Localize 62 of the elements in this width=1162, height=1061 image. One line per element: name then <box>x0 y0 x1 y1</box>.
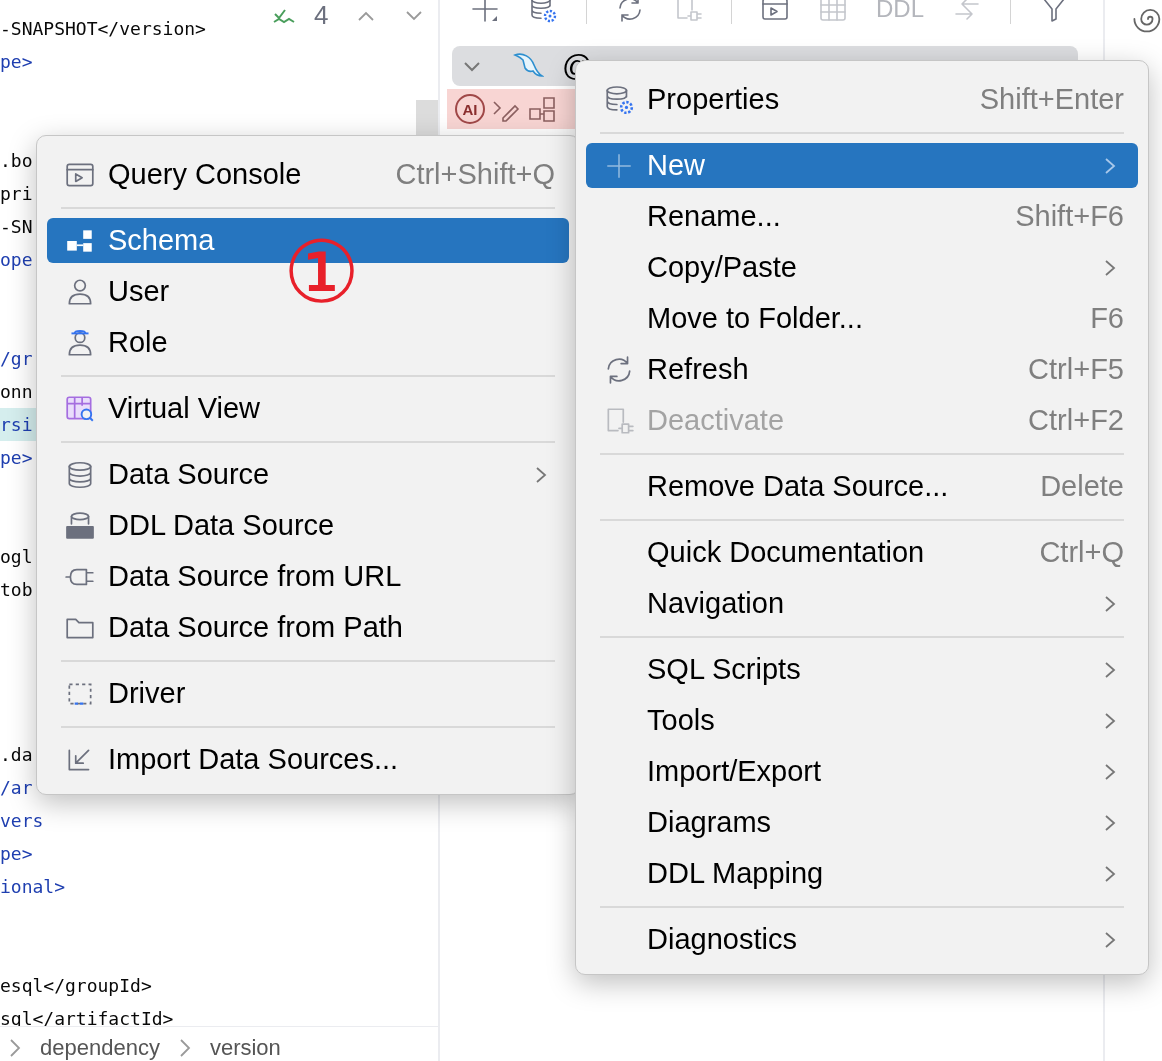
breadcrumb-item[interactable]: dependency <box>40 1035 160 1061</box>
menu-item[interactable]: Driver <box>47 671 569 716</box>
chevron-down-icon[interactable] <box>404 9 425 22</box>
shortcut-label: Ctrl+Shift+Q <box>395 158 555 191</box>
menu-item[interactable]: SQL Scripts <box>586 647 1138 692</box>
code-line: -SNAPSHOT</version> <box>0 18 206 39</box>
schema-icon[interactable] <box>527 94 557 124</box>
shortcut-label: Delete <box>1040 470 1124 503</box>
menu-item[interactable]: Properties Shift+Enter <box>586 77 1138 122</box>
menu-item[interactable]: Move to Folder... F6 <box>586 296 1138 341</box>
code-line: ogl <box>0 546 33 567</box>
inspection-count: 4 <box>314 0 329 31</box>
menu-item[interactable]: Quick Documentation Ctrl+Q <box>586 530 1138 575</box>
shortcut-label: Shift+Enter <box>979 83 1124 116</box>
code-line: pe> <box>0 843 33 864</box>
menu-item[interactable]: Tools <box>586 698 1138 743</box>
breadcrumb-item[interactable]: version <box>209 1035 281 1061</box>
menu-item[interactable]: Import Data Sources... <box>47 737 569 782</box>
ddl-database-icon <box>64 509 96 542</box>
code-line: rsi <box>0 414 33 435</box>
menu-item[interactable]: DDL Mapping <box>586 851 1138 896</box>
menu-item[interactable]: Data Source from Path <box>47 605 569 650</box>
menu-item[interactable]: Data Source <box>47 452 569 497</box>
database-settings-icon <box>603 83 635 116</box>
menu-item[interactable]: Import/Export <box>586 749 1138 794</box>
shortcut-label: Ctrl+F5 <box>1028 353 1124 386</box>
code-line: pe> <box>0 51 33 72</box>
menu-item[interactable]: New <box>586 143 1138 188</box>
menu-item[interactable]: Diagrams <box>586 800 1138 845</box>
code-line: pe> <box>0 447 33 468</box>
menu-item[interactable]: Virtual View <box>47 386 569 431</box>
menu-item[interactable]: Refresh Ctrl+F5 <box>586 347 1138 392</box>
menu-item[interactable]: Role <box>47 320 569 365</box>
code-line: onn <box>0 381 33 402</box>
code-line: ional> <box>0 876 66 897</box>
menu-item[interactable]: Remove Data Source... Delete <box>586 464 1138 509</box>
menu-item[interactable]: Data Source from URL <box>47 554 569 599</box>
shortcut-label: F6 <box>1090 302 1124 335</box>
shortcut-label: Ctrl+Q <box>1039 536 1124 569</box>
code-line: tob <box>0 579 33 600</box>
menu-item[interactable]: Copy/Paste <box>586 245 1138 290</box>
code-line: sql</artifactId> <box>0 1008 174 1029</box>
code-line: .da <box>0 744 33 765</box>
menu-item[interactable]: Rename... Shift+F6 <box>586 194 1138 239</box>
database-settings-icon[interactable] <box>528 0 558 24</box>
shortcut-label: Shift+F6 <box>1015 200 1124 233</box>
scrollbar-thumb[interactable] <box>416 100 438 136</box>
ai-badge[interactable]: AI <box>455 94 485 124</box>
code-line: /gr <box>0 348 33 369</box>
menu-item[interactable]: DDL Data Source <box>47 503 569 548</box>
menu-item[interactable]: Diagnostics <box>586 917 1138 962</box>
menu-item[interactable]: Navigation <box>586 581 1138 626</box>
code-line: ope <box>0 249 33 270</box>
plus-icon[interactable] <box>470 0 500 24</box>
shortcut-label: Ctrl+F2 <box>1028 404 1124 437</box>
code-line: /ar <box>0 777 33 798</box>
code-line: .bo <box>0 150 33 171</box>
code-line: pri <box>0 183 33 204</box>
menu-item[interactable]: Query Console Ctrl+Shift+Q <box>47 152 569 197</box>
code-line: esql</groupId> <box>0 975 152 996</box>
code-line: vers <box>0 810 44 831</box>
code-line: -SN <box>0 216 33 237</box>
